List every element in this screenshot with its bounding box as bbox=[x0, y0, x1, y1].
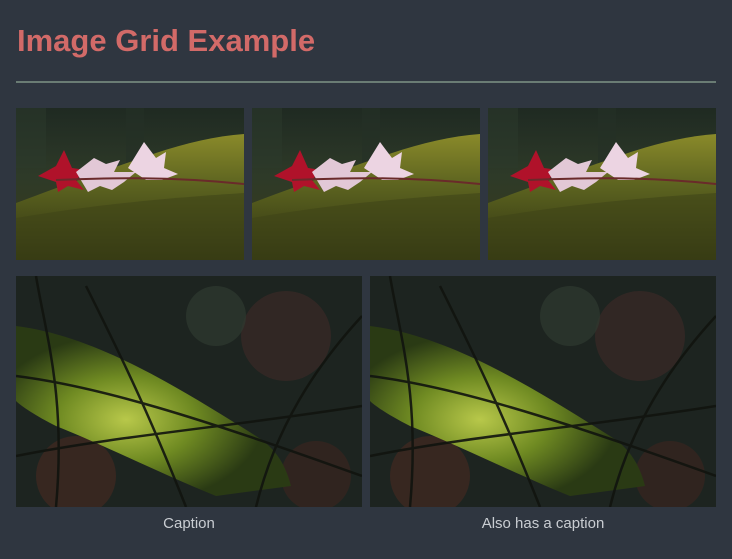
page: Image Grid Example Caption Also has a ca… bbox=[0, 0, 732, 559]
page-title: Image Grid Example bbox=[17, 23, 316, 58]
grid-image-1 bbox=[16, 108, 244, 260]
grid-image-4 bbox=[16, 276, 362, 507]
red-leaf-on-moss-photo bbox=[488, 108, 716, 260]
mossy-branch-photo bbox=[370, 276, 716, 507]
grid-image-5 bbox=[370, 276, 716, 507]
title-divider bbox=[16, 81, 716, 83]
grid-image-2 bbox=[252, 108, 480, 260]
red-leaf-on-moss-photo bbox=[252, 108, 480, 260]
image-caption-1: Caption bbox=[163, 515, 215, 532]
image-caption-2: Also has a caption bbox=[481, 515, 605, 532]
grid-image-3 bbox=[488, 108, 716, 260]
mossy-branch-photo bbox=[16, 276, 362, 507]
red-leaf-on-moss-photo bbox=[16, 108, 244, 260]
